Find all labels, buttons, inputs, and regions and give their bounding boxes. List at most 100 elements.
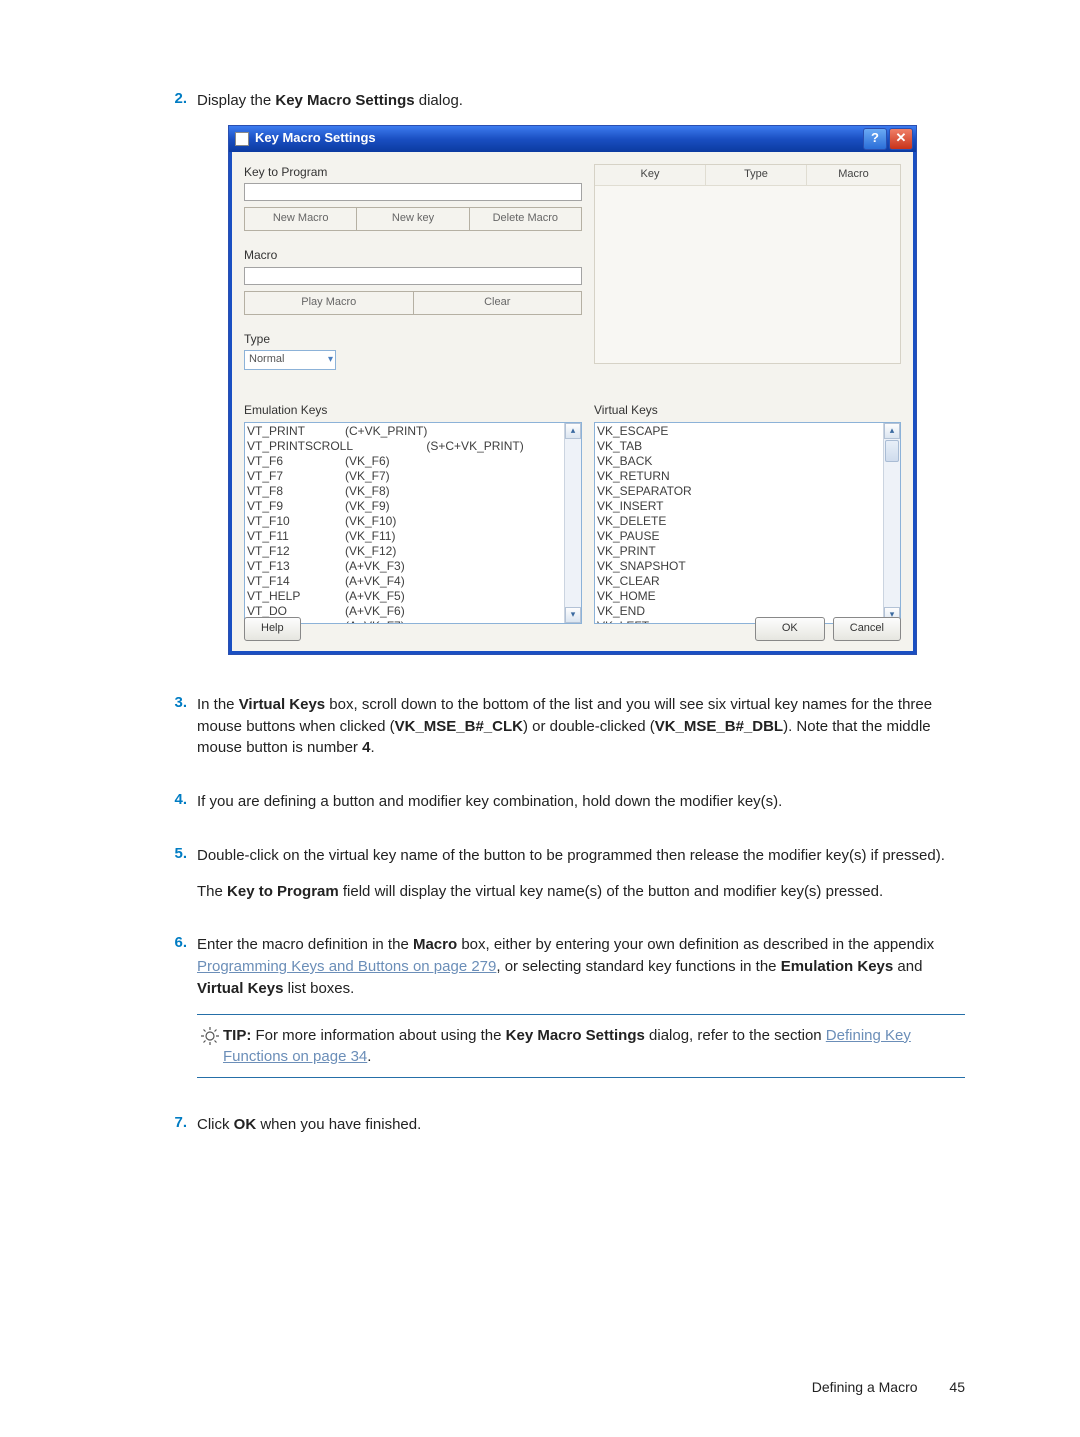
close-icon[interactable]: ✕ (889, 128, 913, 150)
text: The (197, 883, 227, 900)
bold: Key Macro Settings (275, 92, 414, 109)
bold: Virtual Keys (197, 980, 283, 997)
list-item[interactable]: VK_CLEAR (597, 574, 898, 589)
list-item[interactable]: VK_SEPARATOR (597, 484, 898, 499)
help-button[interactable]: Help (244, 617, 301, 641)
text: Click (197, 1116, 234, 1133)
step-7: 7. Click OK when you have finished. (155, 1114, 965, 1150)
macro-grid[interactable]: Key Type Macro (594, 164, 901, 364)
list-item[interactable]: VT_F8(VK_F8) (247, 484, 579, 499)
text: Display the (197, 92, 275, 109)
page-footer: Defining a Macro 45 (812, 1379, 965, 1395)
bold: Macro (413, 936, 457, 953)
step-number: 7. (155, 1114, 197, 1150)
text: For more information about using the (251, 1027, 505, 1044)
macro-label: Macro (244, 247, 582, 264)
text: In the (197, 696, 239, 713)
virtual-keys-listbox[interactable]: VK_ESCAPEVK_TABVK_BACKVK_RETURNVK_SEPARA… (594, 422, 901, 624)
step-number: 4. (155, 791, 197, 827)
list-item[interactable]: VT_PRINTSCROLL (S+C+VK_PRINT) (247, 439, 579, 454)
col-type[interactable]: Type (706, 165, 807, 185)
step-2: 2. Display the Key Macro Settings dialog… (155, 90, 965, 676)
type-label: Type (244, 331, 582, 348)
list-item[interactable]: VK_INSERT (597, 499, 898, 514)
emulation-keys-listbox[interactable]: VT_PRINT(C+VK_PRINT)VT_PRINTSCROLL (S+C+… (244, 422, 582, 624)
delete-macro-button[interactable]: Delete Macro (470, 207, 582, 231)
text: and (893, 958, 922, 975)
bold: Virtual Keys (239, 696, 325, 713)
text: list boxes. (283, 980, 354, 997)
text: Enter the macro definition in the (197, 936, 413, 953)
virtual-keys-label: Virtual Keys (594, 402, 901, 419)
list-item[interactable]: VT_F12(VK_F12) (247, 544, 579, 559)
text: . (367, 1048, 371, 1065)
section-title: Defining a Macro (812, 1379, 918, 1395)
list-item[interactable]: VT_PRINT(C+VK_PRINT) (247, 424, 579, 439)
list-item[interactable]: VK_HOME (597, 589, 898, 604)
list-item[interactable]: VT_F9(VK_F9) (247, 499, 579, 514)
help-icon[interactable]: ? (863, 128, 887, 150)
bold: VK_MSE_B#_CLK (395, 718, 523, 735)
macro-input[interactable] (244, 267, 582, 285)
new-macro-button[interactable]: New Macro (244, 207, 357, 231)
list-item[interactable]: VT_F11(VK_F11) (247, 529, 579, 544)
list-item[interactable]: VK_PAUSE (597, 529, 898, 544)
step-number: 6. (155, 934, 197, 1095)
list-item[interactable]: VK_SNAPSHOT (597, 559, 898, 574)
scrollbar[interactable]: ▴ ▾ (564, 423, 581, 623)
text: Double-click on the virtual key name of … (197, 845, 965, 867)
text: field will display the virtual key name(… (339, 883, 883, 900)
appendix-link[interactable]: Programming Keys and Buttons on page 279 (197, 958, 496, 975)
list-item[interactable]: VT_F7(VK_F7) (247, 469, 579, 484)
step-3: 3. In the Virtual Keys box, scroll down … (155, 694, 965, 773)
cancel-button[interactable]: Cancel (833, 617, 901, 641)
step-number: 2. (155, 90, 197, 676)
list-item[interactable]: VT_F13(A+VK_F3) (247, 559, 579, 574)
window-title: Key Macro Settings (255, 129, 861, 148)
page-number: 45 (949, 1379, 965, 1395)
bold: VK_MSE_B#_DBL (655, 718, 783, 735)
list-item[interactable]: VK_PRINT (597, 544, 898, 559)
key-to-program-label: Key to Program (244, 164, 582, 181)
type-value: Normal (249, 352, 284, 368)
step-6: 6. Enter the macro definition in the Mac… (155, 934, 965, 1095)
text: box, either by entering your own definit… (457, 936, 934, 953)
play-macro-button[interactable]: Play Macro (244, 291, 414, 315)
list-item[interactable]: VK_ESCAPE (597, 424, 898, 439)
step-4: 4. If you are defining a button and modi… (155, 791, 965, 827)
list-item[interactable]: VK_DELETE (597, 514, 898, 529)
ok-button[interactable]: OK (755, 617, 825, 641)
text: , or selecting standard key functions in… (496, 958, 780, 975)
text: . (370, 739, 374, 756)
bold: Emulation Keys (781, 958, 894, 975)
scroll-thumb[interactable] (885, 440, 899, 462)
col-key[interactable]: Key (595, 165, 706, 185)
new-key-button[interactable]: New key (357, 207, 469, 231)
clear-button[interactable]: Clear (414, 291, 583, 315)
bold: Key to Program (227, 883, 339, 900)
list-item[interactable]: VT_F10(VK_F10) (247, 514, 579, 529)
list-item[interactable]: VK_TAB (597, 439, 898, 454)
key-macro-settings-dialog: Key Macro Settings ? ✕ Key to Program Ne… (229, 126, 916, 654)
text: dialog, refer to the section (645, 1027, 826, 1044)
scroll-up-icon[interactable]: ▴ (884, 423, 900, 439)
chevron-down-icon: ▾ (328, 353, 333, 368)
tip-box: TIP: For more information about using th… (197, 1014, 965, 1078)
list-item[interactable]: VK_BACK (597, 454, 898, 469)
scrollbar[interactable]: ▴ ▾ (883, 423, 900, 623)
text: when you have finished. (256, 1116, 421, 1133)
type-select[interactable]: Normal ▾ (244, 350, 336, 370)
tip-icon (197, 1025, 223, 1067)
text: ) or double-clicked ( (523, 718, 655, 735)
list-item[interactable]: VT_F6(VK_F6) (247, 454, 579, 469)
titlebar[interactable]: Key Macro Settings ? ✕ (229, 126, 916, 152)
list-item[interactable]: VK_RETURN (597, 469, 898, 484)
emulation-keys-label: Emulation Keys (244, 402, 582, 419)
step-5: 5. Double-click on the virtual key name … (155, 845, 965, 917)
scroll-up-icon[interactable]: ▴ (565, 423, 581, 439)
bold: Key Macro Settings (506, 1027, 645, 1044)
list-item[interactable]: VT_HELP(A+VK_F5) (247, 589, 579, 604)
col-macro[interactable]: Macro (807, 165, 900, 185)
key-to-program-input[interactable] (244, 183, 582, 201)
list-item[interactable]: VT_F14(A+VK_F4) (247, 574, 579, 589)
